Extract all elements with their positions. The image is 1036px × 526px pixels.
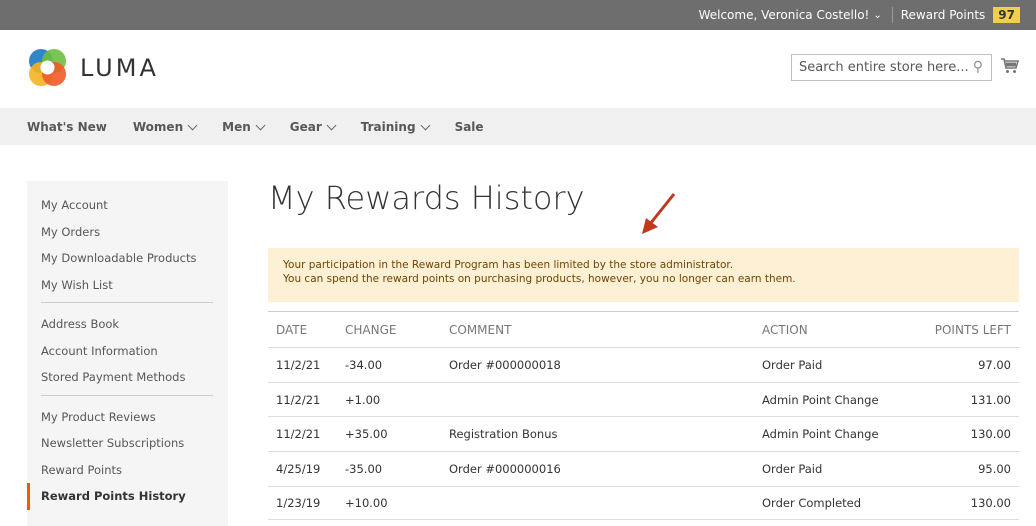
chevron-down-icon — [326, 120, 337, 130]
cell-points-left: 95.00 — [978, 461, 1011, 476]
notice-line-1: Your participation in the Reward Program… — [283, 259, 734, 271]
sidebar-item-product-reviews[interactable]: My Product Reviews — [27, 404, 228, 431]
cell-change: +1.00 — [345, 392, 381, 407]
col-header-points-left: POINTS LEFT — [934, 322, 1011, 337]
table-header: DATE CHANGE COMMENT ACTION POINTS LEFT — [268, 311, 1019, 347]
cell-action: Admin Point Change — [762, 392, 879, 407]
cell-points-left: 130.00 — [970, 427, 1011, 442]
chevron-down-icon: ⌄ — [873, 9, 882, 21]
search-input[interactable]: Search entire store here... ⚲ — [791, 54, 992, 81]
welcome-dropdown[interactable]: Welcome, Veronica Costello! ⌄ — [699, 8, 892, 22]
nav-label: Men — [222, 119, 251, 134]
col-header-date: DATE — [276, 322, 308, 337]
sidebar-item-wish-list[interactable]: My Wish List — [27, 272, 228, 299]
col-header-comment: COMMENT — [449, 322, 512, 337]
search-icon[interactable]: ⚲ — [973, 59, 983, 75]
cell-change: +10.00 — [345, 496, 388, 511]
nav-item-women[interactable]: Women — [132, 119, 198, 134]
sidebar-item-address-book[interactable]: Address Book — [27, 311, 228, 338]
reward-points-link[interactable]: Reward Points — [901, 8, 986, 22]
sidebar-item-newsletter-subscriptions[interactable]: Newsletter Subscriptions — [27, 430, 228, 457]
sidebar-item-account-information[interactable]: Account Information — [27, 338, 228, 365]
nav-item-gear[interactable]: Gear — [289, 119, 337, 134]
col-header-change: CHANGE — [345, 322, 397, 337]
chevron-down-icon — [255, 120, 266, 130]
sidebar-divider — [41, 394, 213, 396]
main-nav: What's New Women Men Gear Training Sale — [0, 108, 1036, 145]
cell-date: 11/2/21 — [276, 357, 321, 372]
rewards-history-table: DATE CHANGE COMMENT ACTION POINTS LEFT 1… — [268, 311, 1019, 521]
logo[interactable]: LUMA — [27, 47, 159, 88]
chevron-down-icon — [187, 120, 198, 130]
logo-text: LUMA — [80, 53, 159, 82]
cell-points-left: 130.00 — [970, 496, 1011, 511]
top-bar: Welcome, Veronica Costello! ⌄ Reward Poi… — [0, 0, 1036, 30]
search-placeholder: Search entire store here... — [799, 60, 969, 75]
sidebar-item-downloadable-products[interactable]: My Downloadable Products — [27, 245, 228, 272]
cell-points-left: 97.00 — [978, 357, 1011, 372]
nav-item-whats-new[interactable]: What's New — [27, 120, 107, 134]
cell-change: +35.00 — [345, 427, 388, 442]
nav-item-training[interactable]: Training — [360, 119, 431, 134]
sidebar-item-reward-points[interactable]: Reward Points — [27, 457, 228, 484]
cell-change: -34.00 — [345, 357, 383, 372]
cell-action: Order Paid — [762, 357, 823, 372]
header: LUMA Search entire store here... ⚲ — [0, 30, 1036, 108]
cell-date: 11/2/21 — [276, 392, 321, 407]
luma-logo-icon — [29, 49, 66, 86]
cell-change: -35.00 — [345, 461, 383, 476]
cell-date: 1/23/19 — [276, 496, 321, 511]
cell-action: Admin Point Change — [762, 427, 879, 442]
nav-item-sale[interactable]: Sale — [455, 120, 484, 134]
sidebar-divider — [41, 302, 213, 303]
nav-item-men[interactable]: Men — [222, 119, 266, 134]
table-row: 1/23/19 +10.00 Order Completed 130.00 — [268, 485, 1019, 521]
cell-comment: Order #000000018 — [449, 357, 561, 372]
nav-label: Training — [360, 119, 416, 134]
nav-label: Gear — [289, 119, 322, 134]
cart-icon[interactable] — [1001, 58, 1020, 78]
notice-line-2: You can spend the reward points on purch… — [283, 273, 796, 285]
notice-message: Your participation in the Reward Program… — [268, 248, 1019, 302]
nav-label: Sale — [454, 119, 484, 134]
nav-label: What's New — [27, 119, 107, 134]
cell-comment: Order #000000016 — [449, 461, 561, 476]
cell-points-left: 131.00 — [970, 392, 1011, 407]
cell-comment: Registration Bonus — [449, 427, 558, 442]
divider — [891, 7, 893, 23]
cell-date: 4/25/19 — [276, 461, 321, 476]
cell-action: Order Completed — [762, 496, 862, 511]
nav-label: Women — [132, 119, 184, 134]
cell-date: 11/2/21 — [276, 427, 321, 442]
col-header-action: ACTION — [762, 322, 808, 337]
cell-action: Order Paid — [762, 461, 823, 476]
sidebar-item-stored-payment-methods[interactable]: Stored Payment Methods — [27, 364, 228, 391]
table-row: 4/25/19 -35.00 Order #000000016 Order Pa… — [268, 451, 1019, 486]
welcome-text: Welcome, Veronica Costello! — [698, 8, 870, 22]
sidebar-item-my-account[interactable]: My Account — [27, 192, 228, 219]
reward-points-badge: 97 — [993, 7, 1020, 23]
table-row: 11/2/21 +35.00 Registration Bonus Admin … — [268, 416, 1019, 451]
sidebar-item-reward-points-history[interactable]: Reward Points History — [27, 483, 228, 510]
account-sidebar: My Account My Orders My Downloadable Pro… — [27, 181, 228, 526]
table-row: 11/2/21 -34.00 Order #000000018 Order Pa… — [268, 347, 1019, 382]
annotation-arrow-icon — [642, 193, 676, 234]
page-title: My Rewards History — [268, 179, 585, 217]
table-row: 11/2/21 +1.00 Admin Point Change 131.00 — [268, 381, 1019, 417]
chevron-down-icon — [420, 120, 431, 130]
sidebar-item-my-orders[interactable]: My Orders — [27, 219, 228, 246]
